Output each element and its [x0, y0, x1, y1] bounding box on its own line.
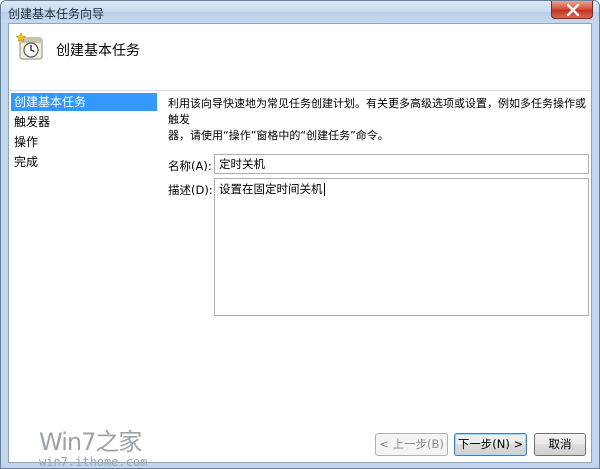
watermark: Win7之家 win7.ithome.com: [39, 422, 169, 469]
name-label: 名称(A):: [168, 159, 212, 173]
wizard-header: 创建基本任务: [9, 24, 591, 91]
next-button[interactable]: 下一步(N) >: [454, 433, 527, 456]
window-title: 创建基本任务向导: [8, 7, 105, 21]
description-input[interactable]: 设置在固定时间关机: [214, 178, 589, 316]
sidebar-item-trigger[interactable]: 触发器: [11, 113, 157, 131]
page-title: 创建基本任务: [56, 43, 140, 59]
wizard-main-panel: 利用该向导快速地为常见任务创建计划。有关更多高级选项或设置，例如多任务操作或触发…: [160, 91, 591, 447]
wizard-steps-sidebar: 创建基本任务 触发器 操作 完成: [9, 91, 159, 447]
intro-line-1: 利用该向导快速地为常见任务创建计划。有关更多高级选项或设置，例如多任务操作或触发: [168, 97, 586, 126]
cancel-button[interactable]: 取消: [534, 433, 586, 456]
description-input-value: 设置在固定时间关机: [219, 182, 323, 196]
description-label: 描述(D):: [168, 183, 213, 197]
close-icon: [566, 4, 580, 16]
wizard-client-area: 创建基本任务 创建基本任务 触发器 操作 完成 利用该向导快速地为常见任务创建计…: [8, 23, 592, 468]
sidebar-item-action[interactable]: 操作: [11, 133, 157, 151]
watermark-url: win7.ithome.com: [39, 455, 148, 469]
sidebar-item-finish[interactable]: 完成: [11, 153, 157, 171]
title-bar[interactable]: 创建基本任务向导: [1, 1, 599, 23]
name-input[interactable]: 定时关机: [214, 154, 589, 174]
watermark-logo: Win7之家: [39, 428, 142, 456]
close-button[interactable]: [551, 1, 593, 19]
name-input-value: 定时关机: [219, 157, 265, 171]
intro-text: 利用该向导快速地为常见任务创建计划。有关更多高级选项或设置，例如多任务操作或触发…: [168, 96, 588, 144]
sidebar-item-create-basic-task[interactable]: 创建基本任务: [11, 93, 157, 111]
text-caret: [323, 183, 325, 196]
intro-line-2: 器，请使用“操作”窗格中的“创建任务”命令。: [168, 129, 389, 142]
task-scheduler-clock-icon: [15, 32, 43, 60]
back-button[interactable]: < 上一步(B): [375, 433, 448, 456]
wizard-window: 创建基本任务向导 创建基本任务 创建基本任务 触发器 操作 完成 利用该向导快速…: [0, 0, 600, 469]
